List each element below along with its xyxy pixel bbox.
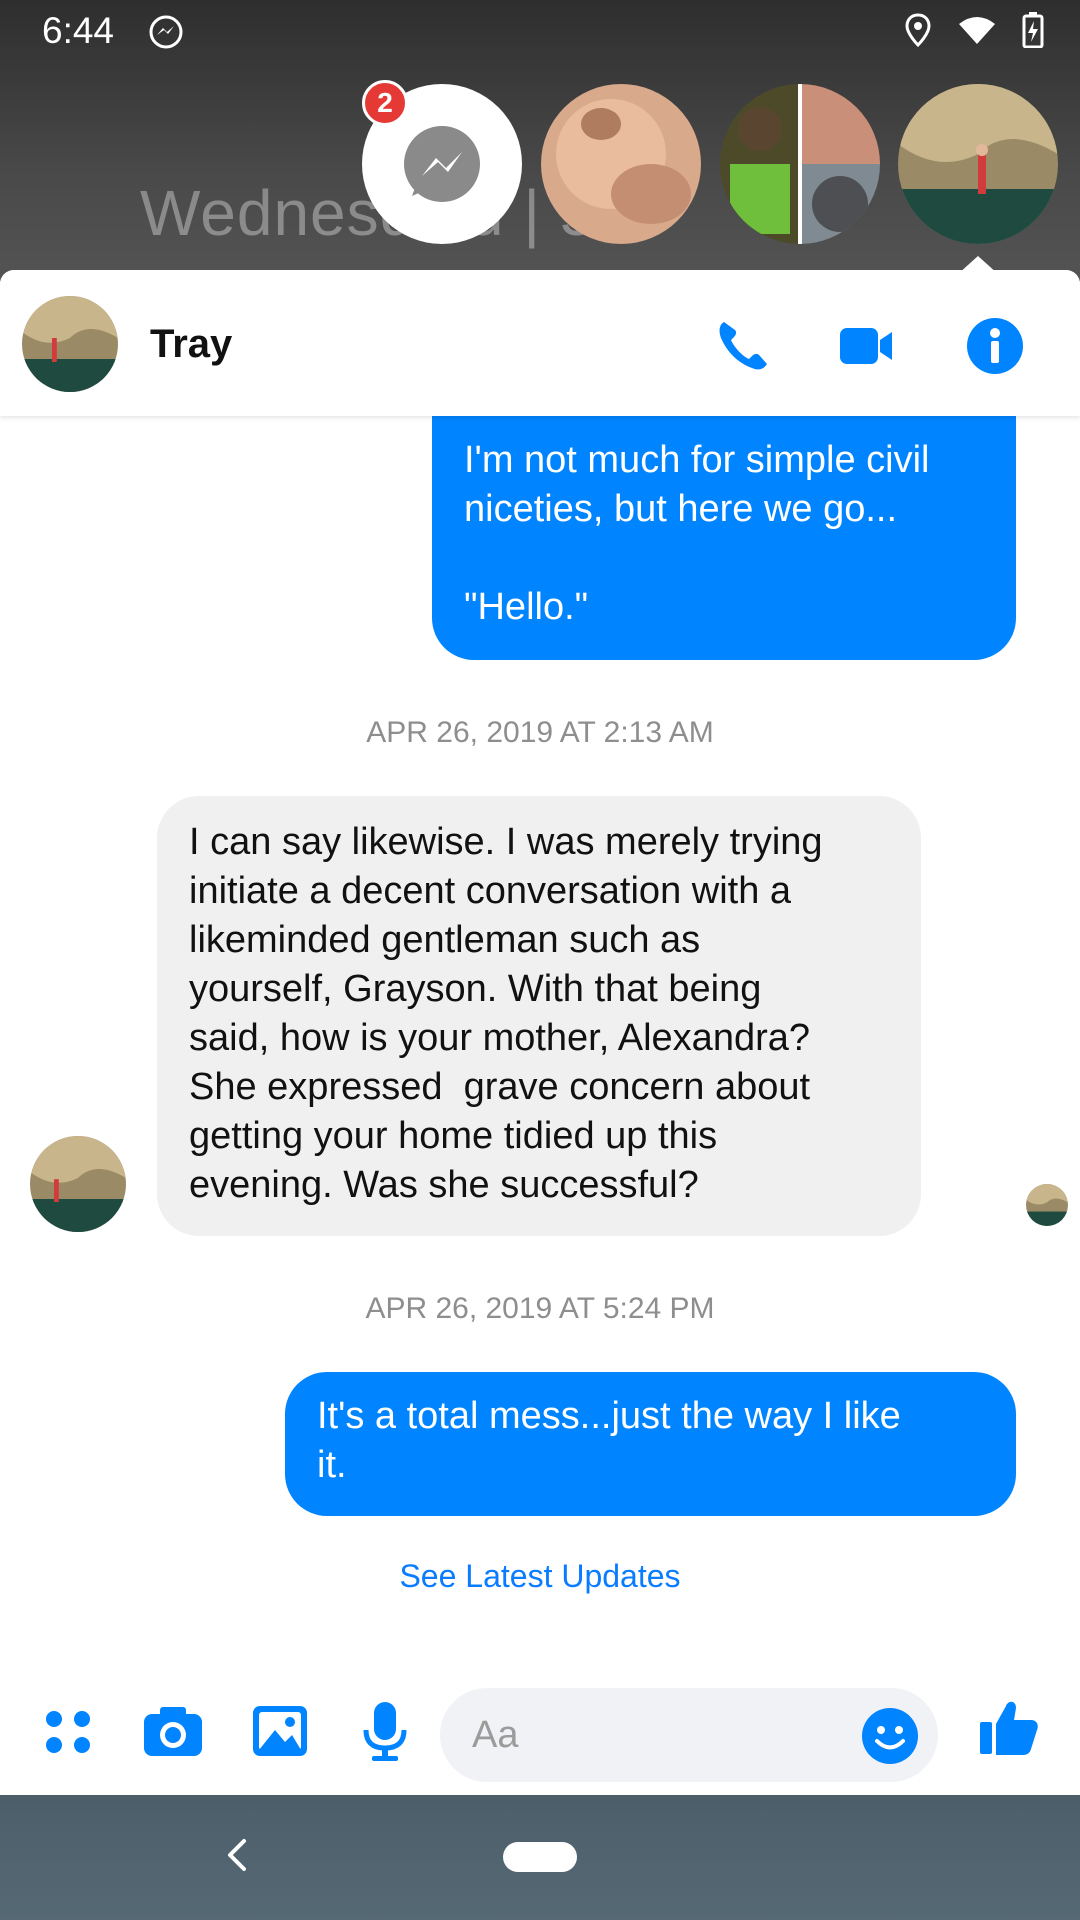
message-timestamp: APR 26, 2019 AT 2:13 AM xyxy=(366,716,714,749)
home-button[interactable] xyxy=(503,1842,577,1872)
read-receipt-avatar xyxy=(1026,1184,1068,1226)
more-icon[interactable] xyxy=(36,1698,102,1764)
back-icon[interactable] xyxy=(218,1835,254,1875)
thumbs-up-icon[interactable] xyxy=(976,1694,1042,1760)
message-input[interactable]: Aa xyxy=(440,1688,938,1782)
gallery-icon[interactable] xyxy=(248,1698,314,1764)
message-input-placeholder: Aa xyxy=(472,1714,519,1756)
message-outgoing[interactable]: I'm not much for simple civil niceties, … xyxy=(432,416,1016,660)
contact-chat-head-tray[interactable] xyxy=(898,84,1058,244)
contact-avatar[interactable] xyxy=(22,296,118,392)
cave-photo-avatar xyxy=(1026,1184,1068,1226)
see-latest-updates-link[interactable]: See Latest Updates xyxy=(0,1558,1080,1595)
microphone-icon[interactable] xyxy=(352,1698,418,1764)
info-icon[interactable] xyxy=(965,316,1025,376)
contact-chat-head-2[interactable] xyxy=(720,84,880,244)
cat-collage-avatar xyxy=(720,84,880,244)
cave-photo-avatar xyxy=(898,84,1058,244)
status-bar: 6:44 xyxy=(0,0,1080,64)
wifi-icon xyxy=(959,17,995,44)
cave-photo-avatar xyxy=(30,1136,126,1232)
conversation-header: Tray xyxy=(0,270,1080,416)
contact-chat-head-1[interactable] xyxy=(541,84,701,244)
cave-photo-avatar xyxy=(22,296,118,392)
message-incoming[interactable]: I can say likewise. I was merely trying … xyxy=(157,796,921,1236)
emoji-icon[interactable] xyxy=(860,1706,920,1766)
location-icon xyxy=(905,13,931,47)
conversation-panel: Tray I'm not much for simple civil nicet… xyxy=(0,270,1080,1795)
phone-icon[interactable] xyxy=(712,316,772,376)
unread-badge: 2 xyxy=(362,80,408,126)
contact-name[interactable]: Tray xyxy=(150,322,232,367)
sender-avatar[interactable] xyxy=(30,1136,126,1232)
blurred-photo-avatar xyxy=(541,84,701,244)
message-composer: Aa xyxy=(0,1670,1080,1795)
message-outgoing[interactable]: It's a total mess...just the way I like … xyxy=(285,1372,1016,1516)
system-navigation-bar xyxy=(0,1795,1080,1920)
message-timestamp: APR 26, 2019 AT 5:24 PM xyxy=(365,1292,715,1325)
camera-icon[interactable] xyxy=(140,1698,206,1764)
messenger-icon xyxy=(149,15,183,49)
battery-charging-icon xyxy=(1022,12,1044,48)
video-icon[interactable] xyxy=(836,316,896,376)
status-time: 6:44 xyxy=(42,10,115,51)
